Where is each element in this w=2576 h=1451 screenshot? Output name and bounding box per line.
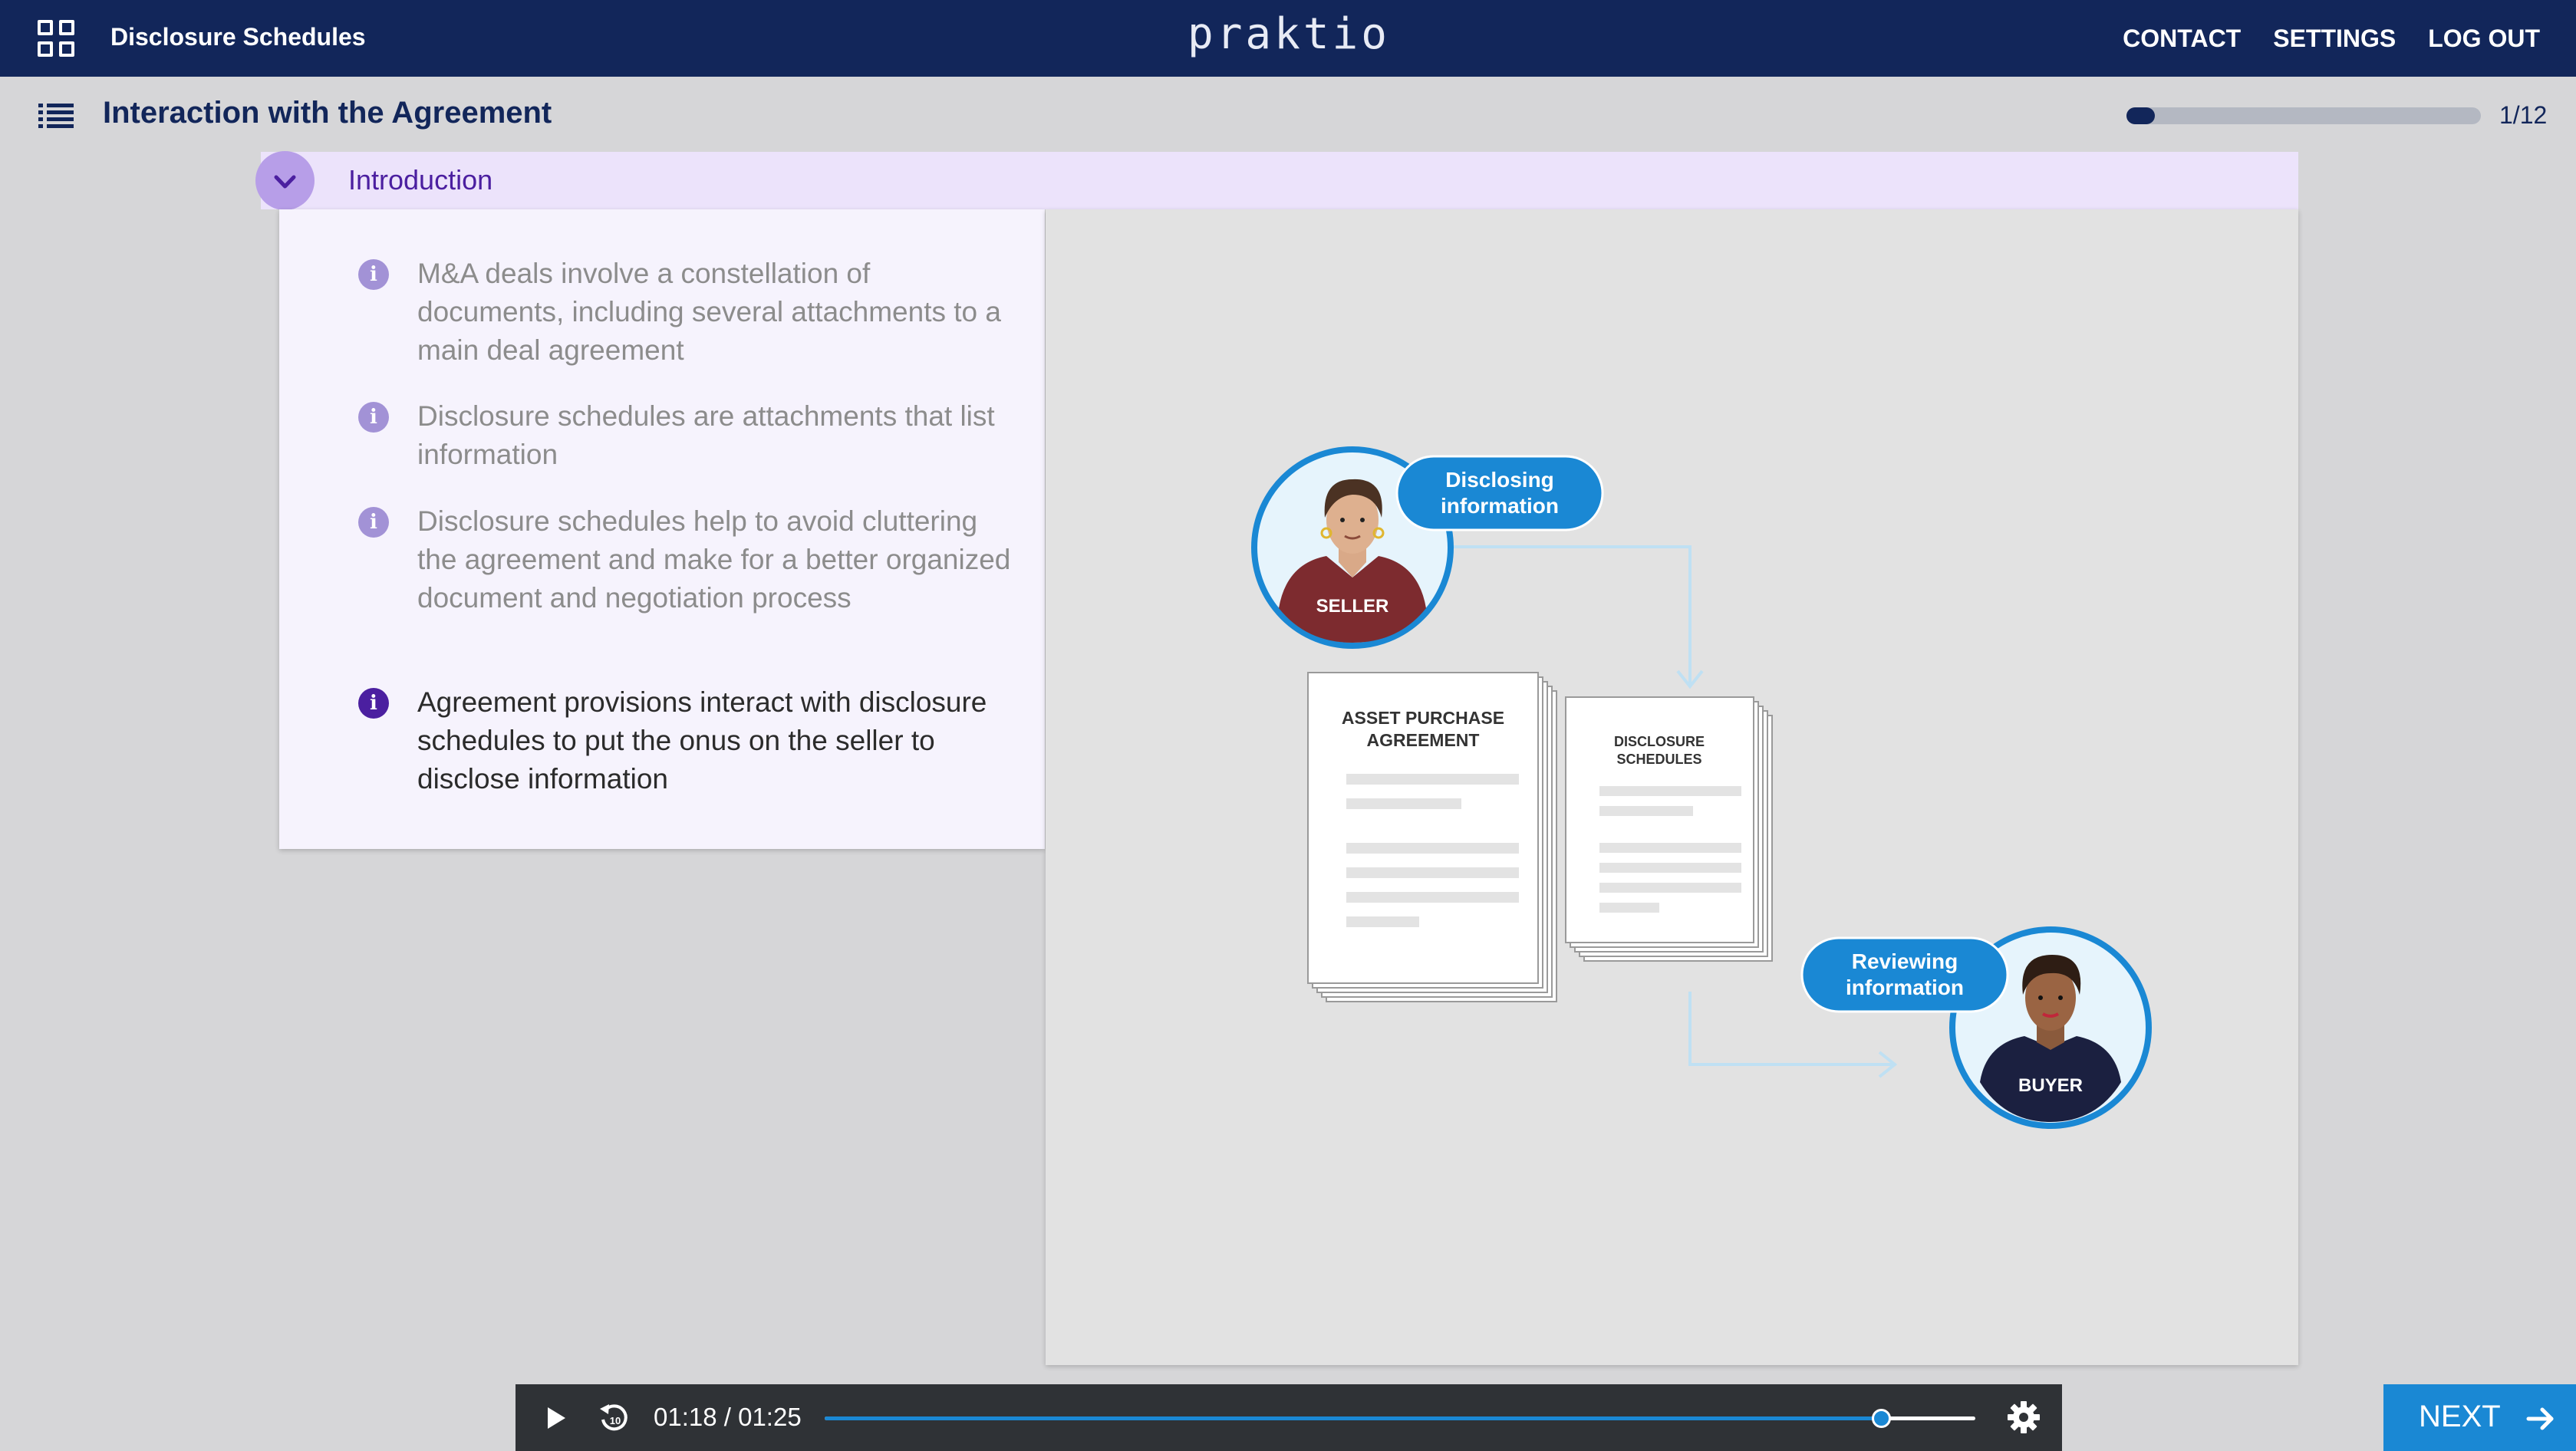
buyer-label: BUYER — [2018, 1075, 2083, 1096]
section-header[interactable] — [261, 152, 2298, 209]
top-nav: CONTACT SETTINGS LOG OUT — [2123, 25, 2540, 53]
replay-10-icon[interactable]: 10 — [597, 1401, 631, 1435]
disclosing-information-bubble: Disclosing information — [1395, 455, 1604, 531]
course-title: Disclosure Schedules — [110, 23, 366, 51]
seller-bubble-line2: information — [1441, 494, 1559, 518]
settings-gear-icon[interactable] — [2006, 1400, 2041, 1435]
collapse-section-button[interactable] — [255, 151, 315, 210]
info-icon: i — [358, 259, 389, 290]
lesson-header: Interaction with the Agreement 1/12 — [0, 77, 2576, 152]
bullet-list: i M&A deals involve a constellation of d… — [279, 209, 1045, 849]
bullet-text: Agreement provisions interact with discl… — [417, 686, 987, 795]
seller-label: SELLER — [1316, 596, 1389, 617]
video-canvas[interactable]: ASSET PURCHASE AGREEMENT DISCLOSURE SCHE… — [1046, 209, 2298, 1365]
lesson-progress-fill — [2126, 107, 2155, 124]
bullet-text: Disclosure schedules help to avoid clutt… — [417, 505, 1011, 614]
reviewing-information-bubble: Reviewing information — [1800, 936, 2009, 1013]
bullet-text: Disclosure schedules are attachments tha… — [417, 400, 995, 470]
brand-logo: praktio — [1187, 9, 1390, 59]
video-player-controls: 10 01:18 / 01:25 — [516, 1384, 2062, 1451]
svg-text:10: 10 — [610, 1415, 621, 1426]
apps-grid-icon[interactable] — [38, 20, 74, 57]
doc1-title-line2: AGREEMENT — [1367, 730, 1480, 750]
chevron-down-icon — [274, 175, 296, 189]
next-button-label: NEXT — [2419, 1400, 2501, 1433]
connector-line — [1444, 545, 1692, 685]
asset-purchase-agreement-document: ASSET PURCHASE AGREEMENT — [1307, 672, 1557, 1002]
seller-bubble-line1: Disclosing — [1445, 468, 1554, 492]
disclosure-schedules-document: DISCLOSURE SCHEDULES — [1565, 696, 1773, 962]
contact-link[interactable]: CONTACT — [2123, 25, 2241, 53]
doc2-title-line1: DISCLOSURE — [1614, 734, 1705, 749]
logout-link[interactable]: LOG OUT — [2428, 25, 2540, 53]
video-time: 01:18 / 01:25 — [654, 1403, 802, 1431]
info-icon: i — [358, 507, 389, 538]
buyer-bubble-line1: Reviewing — [1852, 949, 1958, 973]
lesson-progress-bar — [2126, 107, 2481, 124]
video-scrubber-handle[interactable] — [1872, 1409, 1891, 1428]
play-icon[interactable] — [545, 1405, 568, 1431]
next-button[interactable]: NEXT — [2383, 1384, 2576, 1451]
settings-link[interactable]: SETTINGS — [2273, 25, 2396, 53]
video-played-progress — [825, 1416, 1881, 1420]
doc2-title-line2: SCHEDULES — [1616, 752, 1701, 767]
video-scrubber[interactable] — [825, 1409, 1975, 1428]
arrow-right-icon — [2526, 1407, 2554, 1430]
buyer-bubble-line2: information — [1846, 976, 1964, 999]
lesson-menu-icon[interactable] — [38, 104, 74, 128]
info-icon: i — [358, 688, 389, 719]
info-icon: i — [358, 402, 389, 433]
doc1-title-line1: ASSET PURCHASE — [1342, 708, 1504, 728]
bullet-text: M&A deals involve a constellation of doc… — [417, 258, 1001, 366]
disclosure-flow-illustration: ASSET PURCHASE AGREEMENT DISCLOSURE SCHE… — [1251, 446, 2152, 1129]
section-title: Introduction — [348, 164, 493, 196]
lesson-title: Interaction with the Agreement — [103, 96, 552, 130]
lesson-progress-text: 1/12 — [2499, 101, 2548, 129]
top-bar: Disclosure Schedules praktio CONTACT SET… — [0, 0, 2576, 77]
